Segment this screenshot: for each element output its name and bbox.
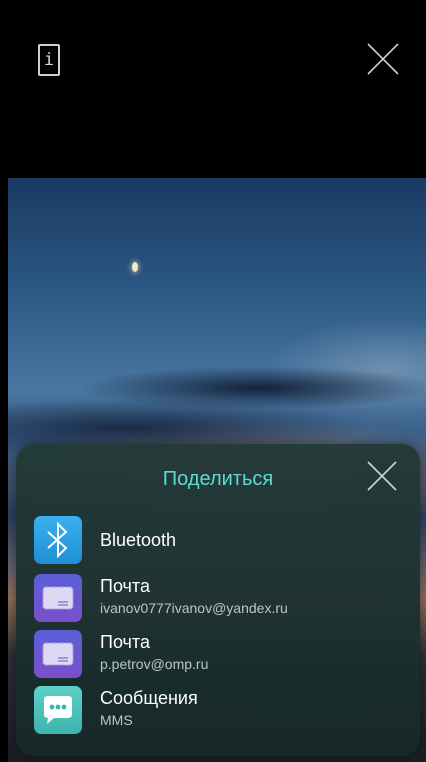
message-icon bbox=[34, 686, 82, 734]
share-item-label: Почта bbox=[100, 632, 150, 652]
share-item-mail[interactable]: Почта ivanov0777ivanov@yandex.ru bbox=[34, 574, 404, 626]
share-item-bluetooth[interactable]: Bluetooth bbox=[34, 516, 404, 568]
share-item-mail[interactable]: Почта p.petrov@omp.ru bbox=[34, 630, 404, 682]
share-item-label: Сообщения bbox=[100, 688, 198, 708]
share-item-label: Почта bbox=[100, 576, 150, 596]
mail-icon bbox=[34, 574, 82, 622]
close-icon[interactable] bbox=[366, 42, 400, 76]
share-item-sublabel: p.petrov@omp.ru bbox=[100, 656, 209, 672]
screen: i Поделиться Bluetooth Почта ivanov0777i… bbox=[0, 0, 426, 762]
share-item-sublabel: ivanov0777ivanov@yandex.ru bbox=[100, 600, 288, 616]
share-item-sublabel: MMS bbox=[100, 712, 133, 728]
share-item-messages[interactable]: Сообщения MMS bbox=[34, 686, 404, 738]
share-sheet-title: Поделиться bbox=[162, 468, 274, 490]
share-sheet: Поделиться Bluetooth Почта ivanov0777iva… bbox=[16, 444, 420, 756]
share-item-label: Bluetooth bbox=[100, 530, 177, 550]
info-icon: i bbox=[43, 49, 55, 70]
bluetooth-icon bbox=[34, 516, 82, 564]
moon bbox=[132, 262, 138, 272]
close-sheet-icon[interactable] bbox=[366, 460, 398, 492]
info-button[interactable]: i bbox=[38, 44, 60, 76]
mail-icon bbox=[34, 630, 82, 678]
